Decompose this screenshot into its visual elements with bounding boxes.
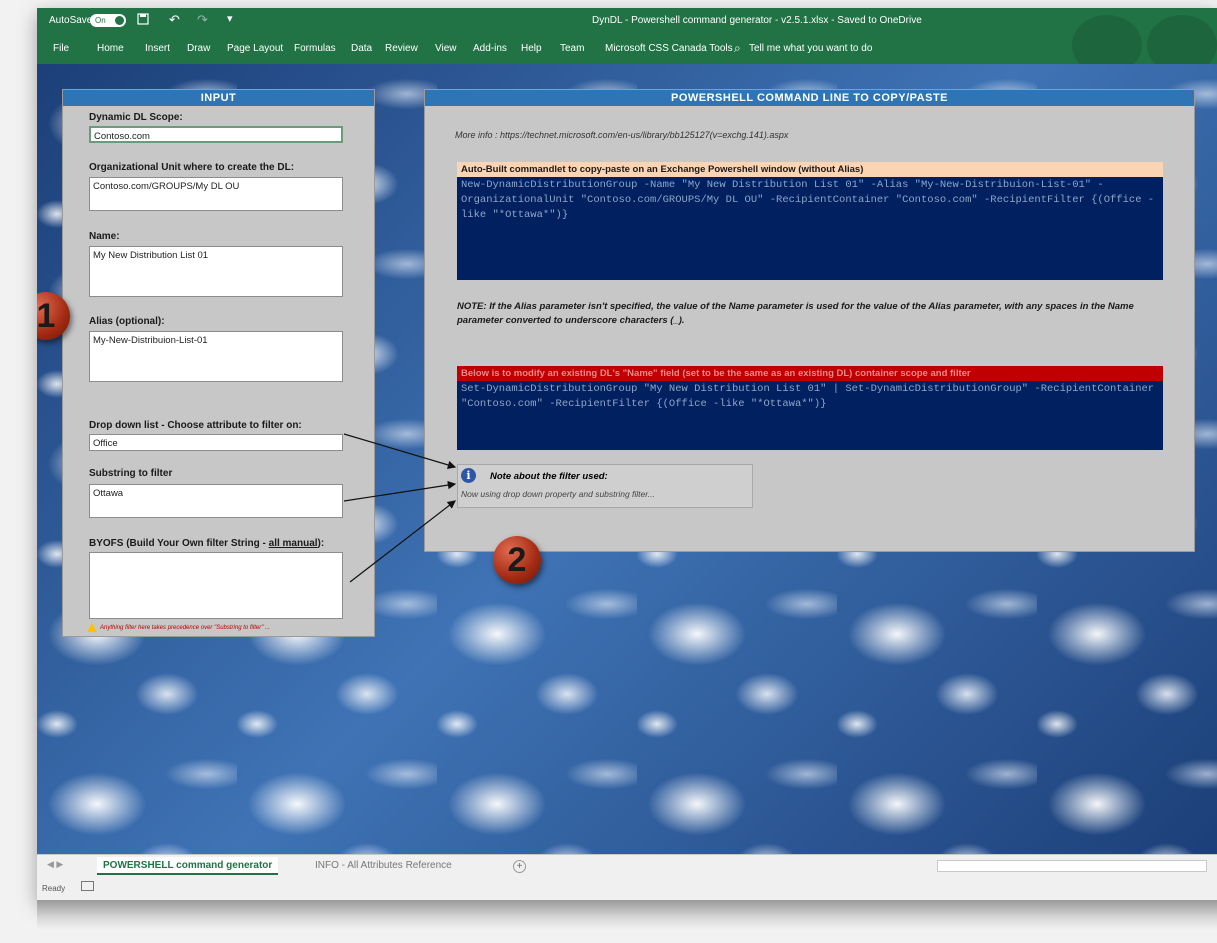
sheet-nav-arrows-icon[interactable]: ◀ ▶ — [47, 859, 63, 870]
worksheet-area: INPUT Dynamic DL Scope: Contoso.com Orga… — [37, 64, 1217, 854]
autosave-label: AutoSave — [49, 15, 93, 26]
tab-microsoft-css-canada-tools[interactable]: Microsoft CSS Canada Tools — [605, 43, 733, 54]
tab-add-ins[interactable]: Add-ins — [473, 43, 507, 54]
arrow-dropdown-to-note — [343, 433, 457, 469]
callout-badge-2: 2 — [493, 536, 541, 584]
tab-insert[interactable]: Insert — [145, 43, 170, 54]
tab-review[interactable]: Review — [385, 43, 418, 54]
arrow-substring-to-note — [343, 480, 457, 502]
tab-view[interactable]: View — [435, 43, 457, 54]
connector-arrows — [343, 433, 457, 583]
autosave-toggle[interactable]: On — [90, 14, 126, 27]
tab-draw[interactable]: Draw — [187, 43, 210, 54]
tell-me-box[interactable]: Tell me what you want to do — [749, 43, 872, 54]
tab-powershell-command-generator[interactable]: POWERSHELL command generator — [97, 857, 279, 875]
tab-info-attributes-reference[interactable]: INFO - All Attributes Reference — [309, 857, 458, 875]
add-sheet-icon[interactable]: + — [513, 860, 526, 873]
macro-recording-icon[interactable] — [81, 881, 94, 891]
search-icon: ⌕ — [734, 41, 741, 55]
undo-icon[interactable]: ↶ — [169, 12, 180, 28]
sheet-tab-bar: ◀ ▶ POWERSHELL command generator INFO - … — [37, 854, 1217, 876]
tab-home[interactable]: Home — [97, 43, 124, 54]
save-icon[interactable] — [137, 13, 149, 28]
horizontal-scrollbar[interactable] — [937, 860, 1207, 872]
status-ready: Ready — [42, 884, 66, 893]
tab-formulas[interactable]: Formulas — [294, 43, 336, 54]
tab-team[interactable]: Team — [560, 43, 584, 54]
window-shadow — [37, 900, 1217, 930]
tab-file[interactable]: File — [53, 43, 69, 54]
customize-toolbar-icon[interactable]: ▾ — [227, 12, 233, 25]
title-bar: AutoSave On ↶ ↷ ▾ DynDL - Powershell com… — [37, 8, 1217, 33]
status-bar: Ready — [37, 876, 1217, 900]
excel-window: AutoSave On ↶ ↷ ▾ DynDL - Powershell com… — [37, 8, 1217, 900]
window-title: DynDL - Powershell command generator - v… — [592, 15, 922, 26]
tab-data[interactable]: Data — [351, 43, 372, 54]
tab-page-layout[interactable]: Page Layout — [227, 43, 283, 54]
arrow-byofs-to-note — [349, 500, 456, 583]
redo-icon[interactable]: ↷ — [197, 12, 208, 28]
ribbon-tab-bar: File Home Insert Draw Page Layout Formul… — [37, 15, 1217, 75]
tab-help[interactable]: Help — [521, 43, 542, 54]
